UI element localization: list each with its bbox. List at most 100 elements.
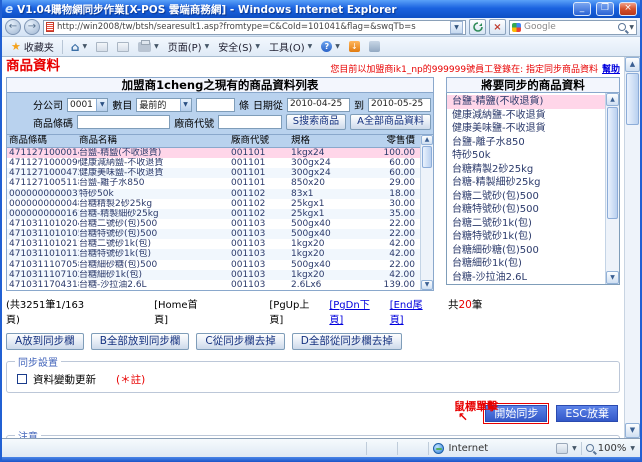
sync-scroll-up-icon[interactable]: ▲ (606, 93, 619, 106)
ie-icon: e (5, 3, 13, 15)
table-row[interactable]: 4711271000090 健康減納鹽-不收退貨 001101 300gx24 … (7, 158, 420, 168)
window-scroll-up-icon[interactable]: ▲ (625, 57, 640, 72)
sync-list-item[interactable]: 台糖二號砂(包)500 (447, 190, 605, 204)
sync-list-item[interactable]: 健康美味鹽-不收退貨 (447, 122, 605, 136)
sync-count-value: 20 (459, 299, 472, 311)
sync-list-item[interactable]: 健康減納鹽-不收退貨 (447, 109, 605, 123)
sync-list-item[interactable]: 台糖-精製細砂25kg (447, 176, 605, 190)
data-update-checkbox[interactable] (17, 374, 27, 384)
table-row[interactable]: 4711271000014 台鹽-精鹽(不收退貨) 001101 1kgx24 … (7, 148, 420, 158)
count-input[interactable] (196, 98, 235, 112)
sync-list-item[interactable]: 台糖細砂1k(包) (447, 257, 605, 271)
remove-all-from-sync-button[interactable]: D全部從同步欄去掉 (292, 333, 402, 350)
table-row[interactable]: 4711271000472 健康美味鹽-不收退貨 001101 300gx24 … (7, 168, 420, 178)
table-row[interactable]: 0000000000161 台糖-精製細砂25kg 001102 25kgx1 … (7, 209, 420, 219)
sync-settings-fieldset: 同步設置 資料變動更新 (＊註) (6, 354, 620, 393)
window-scroll-track[interactable] (625, 72, 640, 423)
count-select-arrow-icon[interactable]: ▼ (180, 99, 191, 111)
vendor-input[interactable] (218, 115, 282, 129)
table-row[interactable]: 4710311010204 台糖二號砂(包)500 001103 500gx40… (7, 219, 420, 229)
mail-button[interactable] (113, 41, 133, 53)
date-to-input[interactable]: 2010-05-25 (368, 98, 431, 112)
forward-button[interactable]: → (24, 19, 40, 35)
sync-list-item[interactable]: 台糖特號砂(包)500 (447, 203, 605, 217)
remove-from-sync-button[interactable]: C從同步欄去掉 (196, 333, 284, 350)
address-input[interactable]: http://win2008/tw/btsh/searesult1.asp?fr… (43, 20, 466, 35)
zoom-dropdown-icon[interactable]: ▼ (630, 445, 635, 452)
cell-vendor: 001103 (231, 280, 291, 290)
favorites-button[interactable]: ★ 收藏夹 (7, 38, 58, 55)
sync-list-item[interactable]: 台糖精製2砂25kg (447, 163, 605, 177)
stop-button[interactable]: × (489, 19, 506, 35)
addon-button-1[interactable]: ↓ (345, 40, 364, 53)
sync-list-scrollbar[interactable]: ▲ ▼ (605, 93, 619, 284)
search-dropdown-icon[interactable]: ▼ (629, 24, 634, 31)
table-scrollbar[interactable]: ▲ ▼ (420, 135, 433, 290)
protected-mode-dropdown-icon[interactable]: ▼ (572, 445, 577, 452)
sync-list-item[interactable]: 台糖-沙拉油2.6L (447, 271, 605, 285)
count-select[interactable]: 最前的▼ (136, 98, 191, 112)
barcode-input[interactable] (77, 115, 170, 129)
sync-list-item[interactable]: 台糖二號砂1k(包) (447, 217, 605, 231)
sync-list-item[interactable]: 台糖特號砂1k(包) (447, 230, 605, 244)
page-down-link[interactable]: [PgDn下頁] (329, 296, 380, 326)
table-row[interactable]: 4710311704318 台糖-沙拉油2.6L 001103 2.6Lx6 1… (7, 280, 420, 290)
sync-scroll-down-icon[interactable]: ▼ (606, 271, 619, 284)
search-box[interactable]: Google ▼ (509, 20, 637, 35)
back-button[interactable]: ← (5, 19, 21, 35)
table-scroll-up-icon[interactable]: ▲ (421, 135, 433, 145)
minimize-button[interactable]: _ (573, 2, 591, 16)
table-row[interactable]: 4710311010112 台糖特號砂1k(包) 001103 1kgx20 4… (7, 249, 420, 259)
table-row[interactable]: 4710311010105 台糖特號砂(包)500 001103 500gx40… (7, 229, 420, 239)
refresh-button[interactable] (469, 19, 486, 35)
put-all-to-sync-button[interactable]: B全部放到同步欄 (91, 333, 190, 350)
help-button[interactable]: ?▼ (317, 40, 344, 53)
branch-select[interactable]: 0001▼ (67, 98, 108, 112)
menu-page[interactable]: 页面(P)▼ (164, 38, 213, 55)
page-end-link[interactable]: [End尾頁] (390, 296, 434, 326)
window-scrollbar[interactable]: ▲ ▼ (624, 57, 640, 438)
cancel-esc-button[interactable]: ESC放棄 (556, 405, 618, 422)
sync-scroll-thumb[interactable] (607, 107, 618, 219)
date-from-input[interactable]: 2010-04-25 (287, 98, 350, 112)
window-scroll-thumb[interactable] (626, 73, 639, 125)
feeds-button[interactable] (92, 41, 112, 53)
protected-mode-icon[interactable] (556, 443, 568, 454)
checkbox-note: (＊註) (116, 372, 145, 387)
print-button[interactable]: ▼ (134, 41, 163, 53)
table-scroll-down-icon[interactable]: ▼ (421, 280, 433, 290)
addon-button-2[interactable] (365, 40, 384, 53)
sync-list-item[interactable]: 台鹽-精鹽(不收退貨) (447, 95, 605, 109)
address-dropdown-icon[interactable]: ▼ (450, 21, 463, 34)
all-products-button[interactable]: A全部商品資料 (350, 114, 431, 130)
help-link[interactable]: 幫助 (602, 65, 620, 75)
table-scroll-thumb[interactable] (422, 146, 432, 168)
zoom-icon[interactable] (586, 444, 594, 452)
table-row[interactable]: 0000000000048 台糖精製2砂25kg 001102 25kgx1 3… (7, 199, 420, 209)
table-row[interactable]: 4711271005118 台鹽-離子水850 001101 850x20 29… (7, 178, 420, 188)
put-to-sync-button[interactable]: A放到同步欄 (6, 333, 84, 350)
close-button[interactable]: × (619, 2, 637, 16)
cell-vendor: 001101 (231, 178, 291, 188)
sync-list-item[interactable]: 特砂50k (447, 149, 605, 163)
cell-name: 台糖特號砂(包)500 (79, 229, 231, 239)
table-row[interactable]: 4710311107058 台糖細砂糖(包)500 001103 500gx40… (7, 260, 420, 270)
zoom-level[interactable]: 100% (598, 443, 627, 454)
search-products-button[interactable]: S搜索商品 (286, 114, 346, 130)
maximize-button[interactable]: ❐ (596, 2, 614, 16)
menu-safety[interactable]: 安全(S)▼ (214, 38, 264, 55)
table-row[interactable]: 4710311107102 台糖細砂1k(包) 001103 1kgx20 42… (7, 270, 420, 280)
sync-list-item[interactable]: 台鹽-離子水850 (447, 136, 605, 150)
search-icon[interactable] (618, 23, 626, 31)
table-row[interactable]: 4710311010211 台糖二號砂1k(包) 001103 1kgx20 4… (7, 239, 420, 249)
table-scroll-track[interactable] (421, 145, 433, 280)
sync-scroll-track[interactable] (606, 106, 619, 271)
window-scroll-down-icon[interactable]: ▼ (625, 423, 640, 438)
cell-name: 台糖-沙拉油2.6L (79, 280, 231, 290)
branch-select-arrow-icon[interactable]: ▼ (96, 99, 107, 111)
menu-tools[interactable]: 工具(O)▼ (265, 38, 316, 55)
home-button[interactable]: ⌂▼ (67, 41, 91, 53)
cell-price: 42.00 (347, 270, 419, 280)
sync-list-item[interactable]: 台糖細砂糖(包)500 (447, 244, 605, 258)
table-row[interactable]: 0000000000031 特砂50k 001102 83x1 18.00 (7, 189, 420, 199)
